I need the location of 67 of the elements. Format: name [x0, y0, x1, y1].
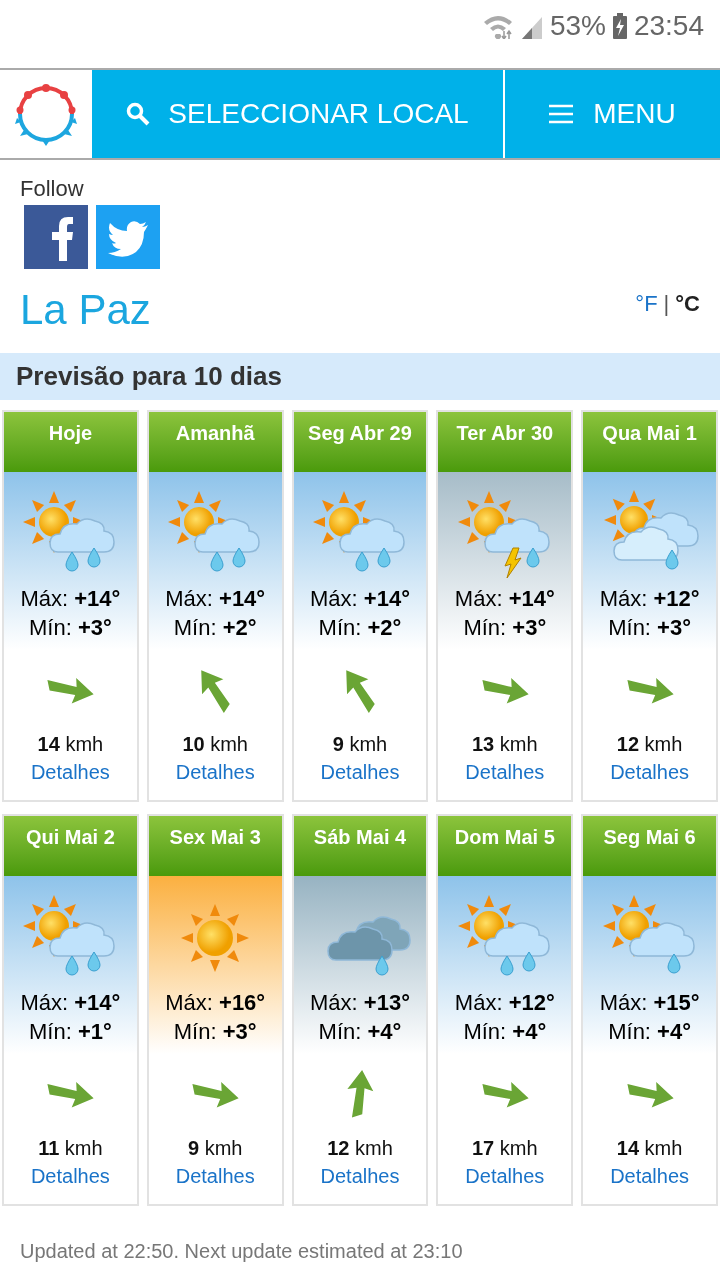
day-label: Seg Mai 6: [583, 816, 716, 876]
menu-icon: [549, 104, 574, 124]
min-temperature: Mín: +2°: [173, 614, 257, 642]
max-temperature: Máx: +15°: [599, 989, 700, 1017]
details-link[interactable]: Detalhes: [610, 1162, 690, 1190]
min-temperature: Mín: +2°: [318, 614, 402, 642]
details-link[interactable]: Detalhes: [30, 758, 110, 786]
day-label: Hoje: [4, 412, 137, 472]
details-link[interactable]: Detalhes: [610, 758, 690, 786]
day-label: Sáb Mai 4: [293, 816, 427, 876]
logo-icon[interactable]: [14, 82, 78, 146]
wind-speed: 9 kmh: [332, 732, 388, 757]
wind-speed: 12 kmh: [616, 732, 683, 757]
details-link[interactable]: Detalhes: [30, 1162, 110, 1190]
separator: |: [663, 290, 670, 318]
day-label: Dom Mai 5: [438, 816, 572, 876]
facebook-icon[interactable]: [24, 205, 88, 269]
min-temperature: Mín: +3°: [29, 614, 112, 642]
twitter-icon[interactable]: [96, 205, 160, 269]
max-temperature: Máx: +12°: [454, 989, 555, 1017]
day-label: Seg Abr 29: [293, 412, 427, 472]
wind-speed: 10 kmh: [182, 732, 248, 757]
max-temperature: Máx: +16°: [165, 989, 266, 1017]
min-temperature: Mín: +3°: [173, 1018, 257, 1046]
unit-toggle[interactable]: °C: [675, 287, 700, 320]
details-link[interactable]: Detalhes: [175, 758, 255, 786]
day-label: Amanhã: [148, 412, 282, 472]
min-temperature: Mín: +4°: [318, 1018, 402, 1046]
search-icon: [126, 102, 151, 126]
wind-speed: 14 kmh: [37, 732, 104, 757]
wind-speed: 13 kmh: [472, 732, 538, 757]
city-name: La Paz: [20, 285, 151, 335]
wind-speed: 9 kmh: [187, 1136, 243, 1161]
unit-toggle[interactable]: °F: [635, 287, 658, 320]
max-temperature: Máx: +14°: [20, 585, 121, 613]
max-temperature: Máx: +14°: [454, 585, 555, 613]
day-label: Qui Mai 2: [4, 816, 137, 876]
max-temperature: Máx: +14°: [20, 989, 121, 1017]
select-location-button[interactable]: SELECCIONAR LOCAL: [92, 70, 503, 158]
wind-speed: 17 kmh: [472, 1136, 538, 1161]
details-link[interactable]: Detalhes: [465, 758, 545, 786]
min-temperature: Mín: +4°: [608, 1018, 691, 1046]
wind-speed: 12 kmh: [327, 1136, 393, 1161]
section-heading: Previsão para 10 dias: [0, 353, 720, 400]
menu-button[interactable]: MENU: [505, 70, 720, 158]
max-temperature: Máx: +12°: [599, 585, 700, 613]
details-link[interactable]: Detalhes: [320, 1162, 400, 1190]
details-link[interactable]: Detalhes: [465, 1162, 545, 1190]
day-label: Qua Mai 1: [583, 412, 716, 472]
details-link[interactable]: Detalhes: [175, 1162, 255, 1190]
min-temperature: Mín: +1°: [29, 1018, 112, 1046]
update-note: Updated at 22:50. Next update estimated at 23:10: [19, 1239, 464, 1264]
clock: 23:54: [633, 9, 704, 43]
battery-charging-icon: [611, 13, 628, 39]
battery-percentage: 53%: [549, 9, 606, 43]
wind-speed: 11 kmh: [38, 1136, 103, 1161]
day-label: Sex Mai 3: [148, 816, 282, 876]
follow-label: Follow: [20, 176, 85, 202]
min-temperature: Mín: +3°: [608, 614, 691, 642]
details-link[interactable]: Detalhes: [320, 758, 400, 786]
max-temperature: Máx: +14°: [165, 585, 266, 613]
min-temperature: Mín: +4°: [463, 1018, 547, 1046]
day-label: Ter Abr 30: [438, 412, 572, 472]
wind-speed: 14 kmh: [616, 1136, 683, 1161]
min-temperature: Mín: +3°: [463, 614, 547, 642]
max-temperature: Máx: +14°: [310, 585, 410, 613]
max-temperature: Máx: +13°: [310, 989, 410, 1017]
